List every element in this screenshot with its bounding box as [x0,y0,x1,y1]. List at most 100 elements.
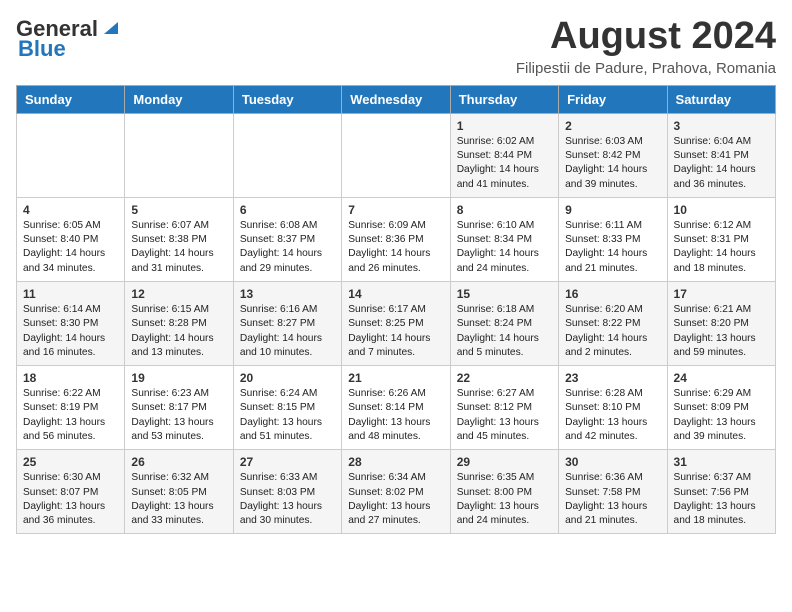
day-number: 18 [23,371,118,385]
calendar-cell: 22 Sunrise: 6:27 AM Sunset: 8:12 PM Dayli… [450,366,558,450]
day-number: 19 [131,371,226,385]
calendar-header-row: SundayMondayTuesdayWednesdayThursdayFrid… [17,85,776,113]
day-number: 21 [348,371,443,385]
calendar-cell: 21 Sunrise: 6:26 AM Sunset: 8:14 PM Dayli… [342,366,450,450]
col-header-saturday: Saturday [667,85,775,113]
day-detail: Sunrise: 6:33 AM Sunset: 8:03 PM Dayligh… [240,471,335,528]
day-number: 14 [348,287,443,301]
day-detail: Sunrise: 6:14 AM Sunset: 8:30 PM Dayligh… [23,303,118,360]
calendar-week-1: 1Sunrise: 6:02 AM Sunset: 8:44 PM Daylig… [17,113,776,197]
day-detail: Sunrise: 6:21 AM Sunset: 8:20 PM Dayligh… [674,303,769,360]
calendar-cell: 1Sunrise: 6:02 AM Sunset: 8:44 PM Daylig… [450,113,558,197]
day-detail: Sunrise: 6:05 AM Sunset: 8:40 PM Dayligh… [23,219,118,276]
main-title: August 2024 [516,16,776,58]
calendar-cell: 30 Sunrise: 6:36 AM Sunset: 7:58 PM Dayli… [559,450,667,534]
day-number: 4 [23,203,118,217]
day-detail: Sunrise: 6:30 AM Sunset: 8:07 PM Dayligh… [23,471,118,528]
calendar-week-3: 11 Sunrise: 6:14 AM Sunset: 8:30 PM Dayli… [17,282,776,366]
calendar-cell: 7 Sunrise: 6:09 AM Sunset: 8:36 PM Daylig… [342,197,450,281]
day-detail: Sunrise: 6:32 AM Sunset: 8:05 PM Dayligh… [131,471,226,528]
day-number: 15 [457,287,552,301]
calendar-cell: 31Sunrise: 6:37 AM Sunset: 7:56 PM Dayli… [667,450,775,534]
calendar-cell [342,113,450,197]
day-detail: Sunrise: 6:18 AM Sunset: 8:24 PM Dayligh… [457,303,552,360]
day-number: 16 [565,287,660,301]
calendar-cell: 16Sunrise: 6:20 AM Sunset: 8:22 PM Dayli… [559,282,667,366]
calendar-cell: 8 Sunrise: 6:10 AM Sunset: 8:34 PM Daylig… [450,197,558,281]
calendar-cell: 14 Sunrise: 6:17 AM Sunset: 8:25 PM Dayli… [342,282,450,366]
day-number: 31 [674,455,769,469]
day-number: 11 [23,287,118,301]
col-header-thursday: Thursday [450,85,558,113]
day-number: 22 [457,371,552,385]
day-number: 27 [240,455,335,469]
day-detail: Sunrise: 6:17 AM Sunset: 8:25 PM Dayligh… [348,303,443,360]
page-header: General Blue August 2024 Filipestii de P… [16,16,776,77]
day-detail: Sunrise: 6:16 AM Sunset: 8:27 PM Dayligh… [240,303,335,360]
day-number: 17 [674,287,769,301]
logo-blue: Blue [18,36,66,62]
day-number: 7 [348,203,443,217]
day-detail: Sunrise: 6:07 AM Sunset: 8:38 PM Dayligh… [131,219,226,276]
calendar-cell: 27 Sunrise: 6:33 AM Sunset: 8:03 PM Dayli… [233,450,341,534]
day-detail: Sunrise: 6:27 AM Sunset: 8:12 PM Dayligh… [457,387,552,444]
day-detail: Sunrise: 6:03 AM Sunset: 8:42 PM Dayligh… [565,135,660,192]
calendar-cell [17,113,125,197]
day-detail: Sunrise: 6:15 AM Sunset: 8:28 PM Dayligh… [131,303,226,360]
title-block: August 2024 Filipestii de Padure, Prahov… [516,16,776,77]
day-number: 24 [674,371,769,385]
calendar-cell: 20 Sunrise: 6:24 AM Sunset: 8:15 PM Dayli… [233,366,341,450]
day-number: 3 [674,119,769,133]
calendar-cell: 28 Sunrise: 6:34 AM Sunset: 8:02 PM Dayli… [342,450,450,534]
day-detail: Sunrise: 6:04 AM Sunset: 8:41 PM Dayligh… [674,135,769,192]
logo: General Blue [16,16,122,62]
calendar-cell: 18 Sunrise: 6:22 AM Sunset: 8:19 PM Dayli… [17,366,125,450]
day-number: 2 [565,119,660,133]
day-number: 25 [23,455,118,469]
calendar-cell: 15 Sunrise: 6:18 AM Sunset: 8:24 PM Dayli… [450,282,558,366]
col-header-sunday: Sunday [17,85,125,113]
calendar-table: SundayMondayTuesdayWednesdayThursdayFrid… [16,85,776,535]
calendar-cell: 25 Sunrise: 6:30 AM Sunset: 8:07 PM Dayli… [17,450,125,534]
calendar-cell: 26 Sunrise: 6:32 AM Sunset: 8:05 PM Dayli… [125,450,233,534]
col-header-wednesday: Wednesday [342,85,450,113]
calendar-cell: 2 Sunrise: 6:03 AM Sunset: 8:42 PM Daylig… [559,113,667,197]
day-detail: Sunrise: 6:10 AM Sunset: 8:34 PM Dayligh… [457,219,552,276]
calendar-cell: 9Sunrise: 6:11 AM Sunset: 8:33 PM Daylig… [559,197,667,281]
day-detail: Sunrise: 6:24 AM Sunset: 8:15 PM Dayligh… [240,387,335,444]
day-detail: Sunrise: 6:34 AM Sunset: 8:02 PM Dayligh… [348,471,443,528]
day-detail: Sunrise: 6:28 AM Sunset: 8:10 PM Dayligh… [565,387,660,444]
day-number: 20 [240,371,335,385]
calendar-cell: 23 Sunrise: 6:28 AM Sunset: 8:10 PM Dayli… [559,366,667,450]
day-number: 12 [131,287,226,301]
calendar-week-5: 25 Sunrise: 6:30 AM Sunset: 8:07 PM Dayli… [17,450,776,534]
day-number: 28 [348,455,443,469]
calendar-week-4: 18 Sunrise: 6:22 AM Sunset: 8:19 PM Dayli… [17,366,776,450]
day-number: 26 [131,455,226,469]
day-detail: Sunrise: 6:36 AM Sunset: 7:58 PM Dayligh… [565,471,660,528]
calendar-cell: 17 Sunrise: 6:21 AM Sunset: 8:20 PM Dayli… [667,282,775,366]
day-detail: Sunrise: 6:08 AM Sunset: 8:37 PM Dayligh… [240,219,335,276]
day-detail: Sunrise: 6:29 AM Sunset: 8:09 PM Dayligh… [674,387,769,444]
day-detail: Sunrise: 6:26 AM Sunset: 8:14 PM Dayligh… [348,387,443,444]
col-header-tuesday: Tuesday [233,85,341,113]
day-detail: Sunrise: 6:12 AM Sunset: 8:31 PM Dayligh… [674,219,769,276]
calendar-cell: 19Sunrise: 6:23 AM Sunset: 8:17 PM Dayli… [125,366,233,450]
day-number: 8 [457,203,552,217]
calendar-cell: 5 Sunrise: 6:07 AM Sunset: 8:38 PM Daylig… [125,197,233,281]
day-number: 6 [240,203,335,217]
logo-icon [100,16,122,38]
day-detail: Sunrise: 6:11 AM Sunset: 8:33 PM Dayligh… [565,219,660,276]
day-number: 29 [457,455,552,469]
day-detail: Sunrise: 6:09 AM Sunset: 8:36 PM Dayligh… [348,219,443,276]
calendar-cell: 3 Sunrise: 6:04 AM Sunset: 8:41 PM Daylig… [667,113,775,197]
day-number: 30 [565,455,660,469]
day-detail: Sunrise: 6:22 AM Sunset: 8:19 PM Dayligh… [23,387,118,444]
calendar-cell: 24 Sunrise: 6:29 AM Sunset: 8:09 PM Dayli… [667,366,775,450]
calendar-cell [125,113,233,197]
calendar-cell: 12 Sunrise: 6:15 AM Sunset: 8:28 PM Dayli… [125,282,233,366]
day-number: 5 [131,203,226,217]
calendar-cell: 11 Sunrise: 6:14 AM Sunset: 8:30 PM Dayli… [17,282,125,366]
calendar-cell [233,113,341,197]
day-number: 23 [565,371,660,385]
